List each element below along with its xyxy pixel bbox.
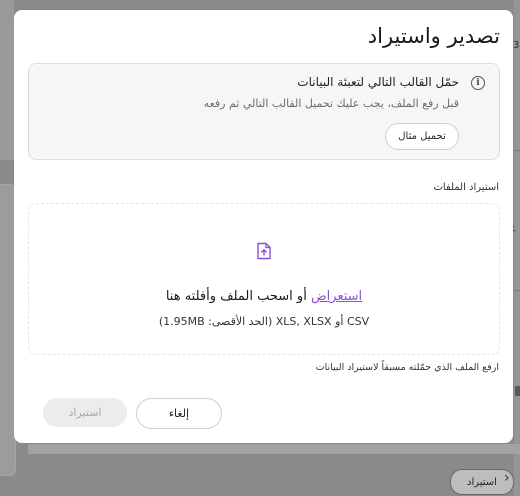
background-scroll-mark [515, 386, 520, 396]
info-icon: i [471, 76, 485, 90]
background-divider [514, 150, 520, 151]
drag-drop-text: أو اسحب الملف وأفلته هنا [165, 289, 311, 304]
background-right-strip [514, 0, 520, 496]
dropzone-text: استعراض أو اسحب الملف وأفلته هنا [29, 289, 499, 304]
background-divider [514, 290, 520, 291]
export-import-modal: تصدير واستيراد i حمّل القالب التالي لتعب… [14, 10, 513, 443]
file-dropzone[interactable]: استعراض أو اسحب الملف وأفلته هنا CSV أو … [28, 203, 500, 355]
browse-link[interactable]: استعراض [311, 289, 362, 304]
cancel-button[interactable]: إلغاء [136, 398, 222, 429]
template-info-card: i حمّل القالب التالي لتعبئة البيانات قبل… [28, 63, 500, 160]
download-example-button[interactable]: تحميل مثال [385, 123, 459, 150]
chevron-right-icon: › [504, 470, 510, 486]
allowed-formats: CSV أو XLS, XLSX (الحد الأقصى: 1.95MB) [158, 315, 370, 328]
modal-title: تصدير واستيراد [367, 24, 500, 48]
import-label: استيراد [68, 406, 102, 419]
background-digit: 3 [513, 40, 520, 51]
import-button[interactable]: استيراد [43, 398, 127, 427]
template-info-description: قبل رفع الملف، يجب عليك تحميل القالب الت… [203, 97, 459, 110]
background-import-label: استيراد [467, 476, 497, 488]
background-lower-panel [28, 444, 520, 454]
upload-hint: ارفع الملف الذي حمّلته مسبقاً لاستيراد ا… [315, 362, 499, 373]
files-section-label: استيراد الملفات [433, 182, 499, 193]
download-example-label: تحميل مثال [398, 131, 446, 142]
background-left-panel [0, 0, 14, 160]
cancel-label: إلغاء [168, 407, 190, 420]
file-upload-icon [257, 242, 271, 260]
template-info-title: حمّل القالب التالي لتعبئة البيانات [297, 75, 459, 89]
